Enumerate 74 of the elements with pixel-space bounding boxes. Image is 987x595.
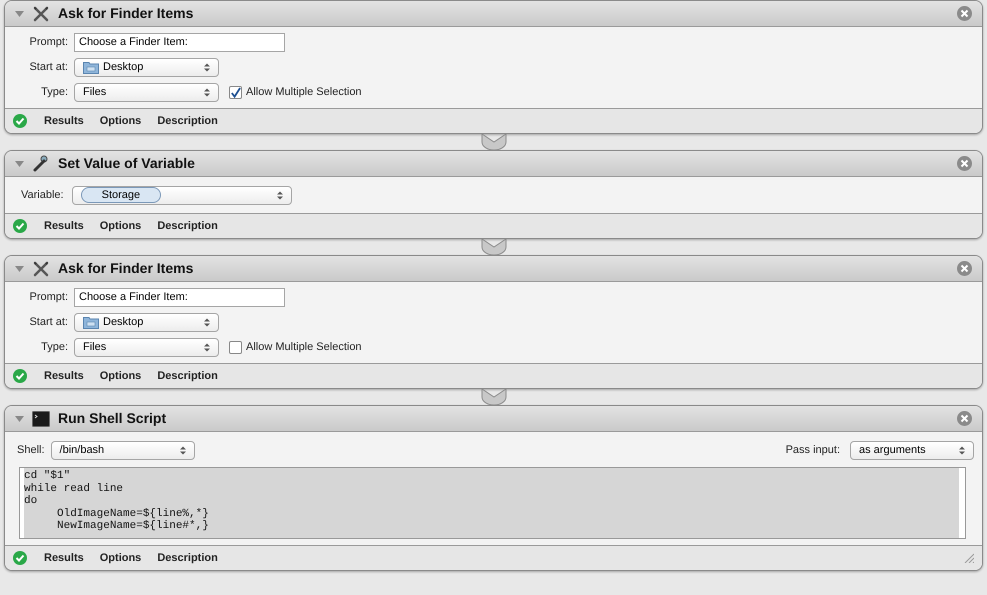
field-label: Prompt: <box>28 290 68 306</box>
footer-tab[interactable]: Options <box>100 368 142 384</box>
checkbox[interactable] <box>229 86 242 99</box>
popup-value: /bin/bash <box>60 442 104 458</box>
popup-value: Desktop <box>103 60 144 76</box>
footer-tab[interactable]: Options <box>100 550 142 566</box>
code-line: cd "$1" <box>24 470 70 482</box>
close-icon[interactable] <box>957 411 972 426</box>
field-label: Variable: <box>20 188 64 203</box>
text-field[interactable]: Choose a Finder Item: <box>74 288 285 307</box>
popup-value: Desktop <box>103 315 144 330</box>
field-label: Shell: <box>16 442 45 458</box>
field-label: Type: <box>40 340 68 356</box>
footer-tab[interactable]: Description <box>157 112 218 130</box>
footer-tab[interactable]: Results <box>44 218 84 234</box>
field-label: Pass input: <box>786 442 840 458</box>
folder-icon <box>83 61 99 74</box>
popup-button[interactable]: Files <box>74 83 219 102</box>
footer-tab[interactable]: Results <box>44 368 84 384</box>
action-title: Ask for Finder Items <box>58 4 194 23</box>
code-line: do <box>24 495 38 508</box>
popup-button[interactable]: /bin/bash <box>50 440 195 460</box>
variable-token: Storage <box>80 187 162 203</box>
action-title: Ask for Finder Items <box>58 259 194 278</box>
popup-value: Files <box>83 85 106 100</box>
stepper-arrows-icon <box>204 63 210 72</box>
footer-tab[interactable]: Options <box>100 218 142 234</box>
action-title: Run Shell Script <box>58 409 166 428</box>
terminal-icon <box>32 410 50 426</box>
popup-value: as arguments <box>859 442 926 458</box>
footer-tab[interactable]: Options <box>100 112 142 130</box>
field-label: Start at: <box>28 60 68 76</box>
stepper-arrows-icon <box>204 318 210 327</box>
stepper-arrows-icon <box>276 190 283 200</box>
code-line: while read line <box>24 482 124 495</box>
popup-button[interactable]: as arguments <box>850 440 974 460</box>
footer-tab[interactable]: Description <box>157 368 218 384</box>
popup-button[interactable]: Desktop <box>74 313 219 332</box>
wand-icon <box>32 154 50 172</box>
disclosure-triangle-icon[interactable] <box>15 414 24 422</box>
popup-button[interactable]: Files <box>74 338 219 357</box>
action-title: Set Value of Variable <box>58 154 195 173</box>
stepper-arrows-icon <box>204 88 210 97</box>
crossed-tools-icon <box>32 4 50 22</box>
footer-tab[interactable]: Results <box>44 112 84 130</box>
script-editor[interactable]: cd "$1" while read line do OldImageName=${line%,*} NewImageName=${line#*,} <box>19 467 966 539</box>
footer-tab[interactable]: Description <box>157 218 218 234</box>
disclosure-triangle-icon[interactable] <box>15 264 24 272</box>
stepper-arrows-icon <box>959 446 965 454</box>
stepper-arrows-icon <box>204 343 210 352</box>
close-icon[interactable] <box>957 261 972 276</box>
code-line: OldImageName=${line%,*} <box>56 508 209 520</box>
checkbox-label: Allow Multiple Selection <box>246 85 362 100</box>
code-line: NewImageName=${line#*,} <box>56 520 209 532</box>
close-icon[interactable] <box>957 156 972 171</box>
close-icon[interactable] <box>957 6 972 21</box>
field-label: Type: <box>40 85 68 100</box>
crossed-tools-icon <box>32 260 50 278</box>
checkmark-icon <box>230 86 241 98</box>
disclosure-triangle-icon[interactable] <box>15 160 24 168</box>
field-label: Prompt: <box>28 35 68 50</box>
stepper-arrows-icon <box>180 446 186 454</box>
checkbox-label: Allow Multiple Selection <box>246 340 362 356</box>
resize-grip-icon[interactable] <box>964 553 974 563</box>
footer-tab[interactable]: Results <box>44 550 84 566</box>
popup-button[interactable]: Desktop <box>74 58 219 77</box>
footer-tab[interactable]: Description <box>157 550 218 566</box>
popup-button[interactable]: Storage <box>72 186 292 204</box>
field-label: Start at: <box>28 315 68 330</box>
disclosure-triangle-icon[interactable] <box>15 10 24 18</box>
folder-icon <box>83 316 99 329</box>
checkbox[interactable] <box>229 341 242 354</box>
text-field[interactable]: Choose a Finder Item: <box>74 33 285 52</box>
popup-value: Files <box>83 340 106 356</box>
